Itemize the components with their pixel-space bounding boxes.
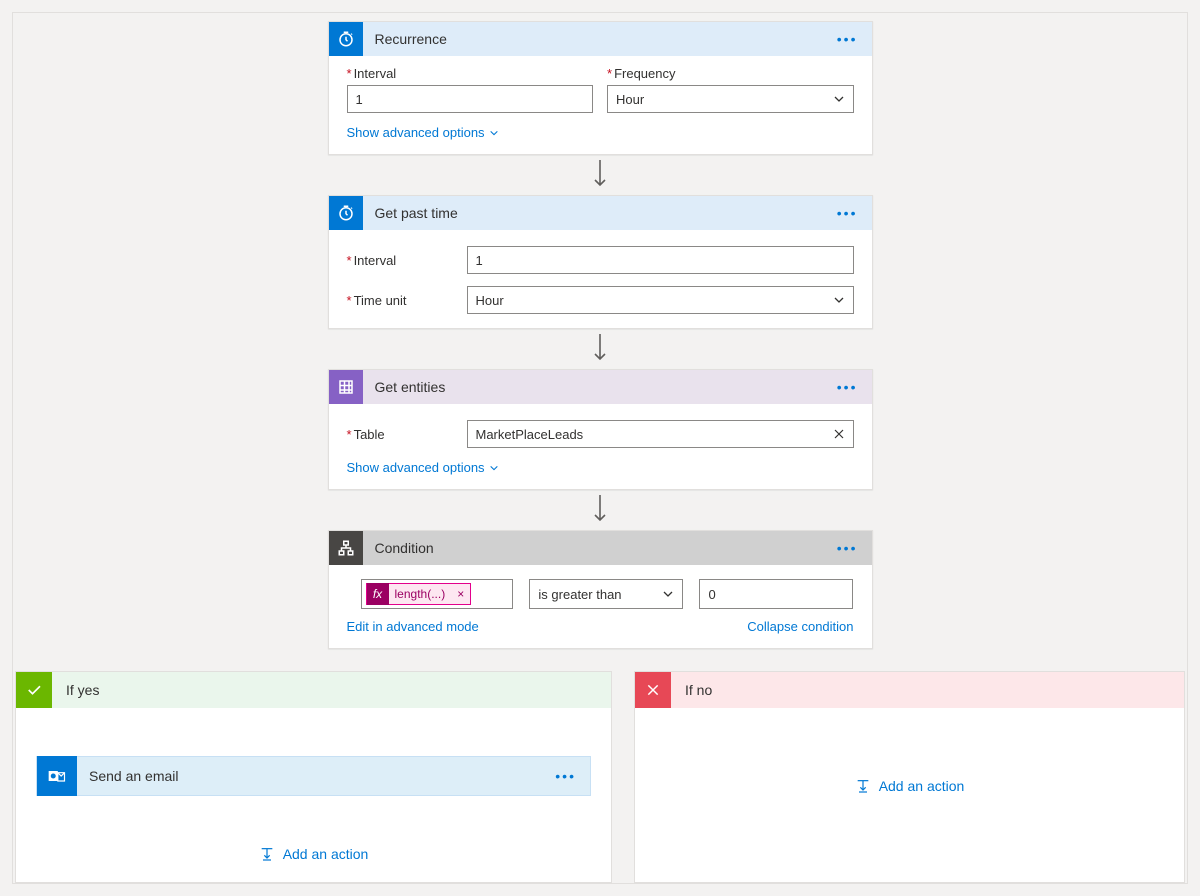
more-icon[interactable]: ••• xyxy=(823,540,872,556)
collapse-condition-link[interactable]: Collapse condition xyxy=(747,619,853,634)
if-no-title: If no xyxy=(671,682,712,698)
past-time-header[interactable]: Get past time ••• xyxy=(329,196,872,230)
more-icon[interactable]: ••• xyxy=(823,205,872,221)
add-action-icon xyxy=(259,846,275,862)
time-unit-label: Time unit xyxy=(347,293,467,308)
edit-advanced-link[interactable]: Edit in advanced mode xyxy=(347,619,479,634)
more-icon[interactable]: ••• xyxy=(823,379,872,395)
time-unit-select[interactable]: Hour xyxy=(467,286,854,314)
flow-arrow xyxy=(592,490,608,530)
past-time-card: Get past time ••• Interval 1 Time unit H… xyxy=(328,195,873,329)
x-icon xyxy=(635,672,671,708)
interval-input[interactable]: 1 xyxy=(467,246,854,274)
add-action-icon xyxy=(855,778,871,794)
send-email-action[interactable]: Send an email ••• xyxy=(36,756,591,796)
recurrence-title: Recurrence xyxy=(363,31,823,47)
add-action-button[interactable]: Add an action xyxy=(855,778,965,794)
table-icon xyxy=(329,370,363,404)
get-entities-header[interactable]: Get entities ••• xyxy=(329,370,872,404)
fx-icon: fx xyxy=(367,583,389,605)
more-icon[interactable]: ••• xyxy=(823,31,872,47)
chevron-down-icon xyxy=(833,93,845,105)
branch-icon xyxy=(329,531,363,565)
more-icon[interactable]: ••• xyxy=(541,768,590,784)
get-entities-card: Get entities ••• Table MarketPlaceLeads … xyxy=(328,369,873,490)
outlook-icon xyxy=(37,756,77,796)
condition-operator-select[interactable]: is greater than xyxy=(529,579,683,609)
show-advanced-link[interactable]: Show advanced options xyxy=(347,460,499,475)
show-advanced-link[interactable]: Show advanced options xyxy=(347,125,499,140)
condition-title: Condition xyxy=(363,540,823,556)
if-no-branch: If no Add an action xyxy=(634,671,1185,883)
chevron-down-icon xyxy=(833,294,845,306)
clock-icon xyxy=(329,196,363,230)
clock-icon xyxy=(329,22,363,56)
frequency-label: Frequency xyxy=(607,66,854,81)
if-yes-branch: If yes Send an email ••• Add an action xyxy=(15,671,612,883)
if-yes-title: If yes xyxy=(52,682,99,698)
condition-left-input[interactable]: fx length(...) × xyxy=(361,579,514,609)
flow-arrow xyxy=(592,155,608,195)
interval-input[interactable]: 1 xyxy=(347,85,594,113)
if-no-header[interactable]: If no xyxy=(635,672,1184,708)
clear-icon[interactable] xyxy=(833,428,845,440)
remove-token-icon[interactable]: × xyxy=(451,587,470,601)
table-input[interactable]: MarketPlaceLeads xyxy=(467,420,854,448)
recurrence-card: Recurrence ••• Interval 1 Frequency Hour xyxy=(328,21,873,155)
expression-token[interactable]: fx length(...) × xyxy=(366,583,472,605)
condition-branches: If yes Send an email ••• Add an action xyxy=(13,671,1187,883)
condition-value-input[interactable]: 0 xyxy=(699,579,853,609)
table-label: Table xyxy=(347,427,467,442)
condition-card: Condition ••• fx length(...) × is greate… xyxy=(328,530,873,649)
flow-arrow xyxy=(592,329,608,369)
past-time-title: Get past time xyxy=(363,205,823,221)
condition-header[interactable]: Condition ••• xyxy=(329,531,872,565)
check-icon xyxy=(16,672,52,708)
interval-label: Interval xyxy=(347,66,594,81)
interval-label: Interval xyxy=(347,253,467,268)
frequency-select[interactable]: Hour xyxy=(607,85,854,113)
if-yes-header[interactable]: If yes xyxy=(16,672,611,708)
chevron-down-icon xyxy=(662,588,674,600)
add-action-button[interactable]: Add an action xyxy=(259,846,369,862)
get-entities-title: Get entities xyxy=(363,379,823,395)
flow-canvas: Recurrence ••• Interval 1 Frequency Hour xyxy=(12,12,1188,884)
send-email-title: Send an email xyxy=(77,768,541,784)
recurrence-header[interactable]: Recurrence ••• xyxy=(329,22,872,56)
